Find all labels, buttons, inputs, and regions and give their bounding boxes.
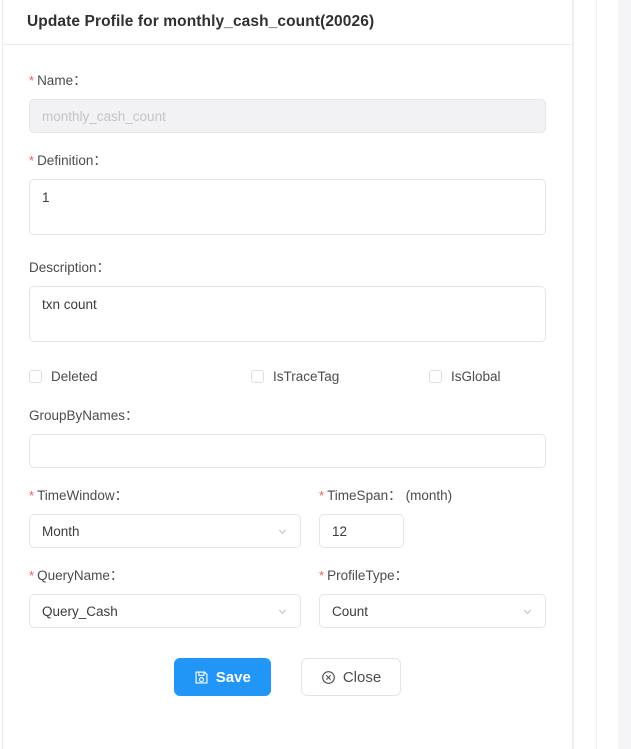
profiletype-label: * ProfileType： — [319, 566, 546, 586]
definition-textarea[interactable] — [29, 179, 546, 235]
checkbox-box-icon-isglobal[interactable] — [429, 370, 442, 383]
dialog-header: Update Profile for monthly_cash_count(20… — [3, 0, 572, 45]
checkbox-isglobal[interactable]: IsGlobal — [429, 369, 501, 384]
timespan-label: * TimeSpan： (month) — [319, 486, 546, 506]
background-right-strip — [618, 0, 631, 749]
update-profile-dialog: Update Profile for monthly_cash_count(20… — [2, 0, 573, 749]
dialog-body: *Name： *Definition： Description： Deleted… — [3, 45, 572, 696]
form-item-timewindow: * TimeWindow： Month — [29, 486, 301, 548]
checkbox-label-istracetag: IsTraceTag — [273, 369, 340, 384]
timewindow-select[interactable]: Month — [29, 514, 301, 548]
required-star-queryname: * — [29, 568, 35, 583]
name-input[interactable] — [29, 99, 546, 133]
timespan-label-text: TimeSpan — [327, 488, 389, 503]
groupbynames-label: GroupByNames： — [29, 406, 546, 426]
form-item-queryname: * QueryName： Query_Cash — [29, 566, 301, 628]
queryname-label: * QueryName： — [29, 566, 301, 586]
required-star-timewindow: * — [29, 488, 35, 503]
queryname-label-text: QueryName — [37, 568, 110, 583]
checkbox-box-icon-deleted[interactable] — [29, 370, 42, 383]
queryname-profiletype-row: * QueryName： Query_Cash * ProfileType： Cou… — [29, 566, 546, 628]
column-gap-2 — [301, 566, 319, 628]
checkbox-deleted[interactable]: Deleted — [29, 369, 251, 384]
background-column-divider-1 — [573, 0, 574, 749]
description-label: Description： — [29, 258, 546, 278]
form-item-timespan: * TimeSpan： (month) — [319, 486, 546, 548]
chevron-down-icon-timewindow — [277, 526, 288, 537]
close-button-label: Close — [342, 668, 382, 686]
required-star-name: * — [29, 73, 35, 88]
name-label-text: Name — [37, 73, 74, 88]
close-button[interactable]: Close — [300, 658, 402, 696]
column-gap-1 — [301, 486, 319, 548]
circle-x-icon — [321, 670, 336, 685]
groupbynames-input[interactable] — [29, 434, 546, 468]
definition-label: * Definition： — [29, 151, 546, 171]
profiletype-label-colon: ： — [394, 568, 409, 583]
timewindow-select-value: Month — [42, 523, 80, 539]
timewindow-label-colon: ： — [114, 488, 129, 503]
profiletype-select[interactable]: Count — [319, 594, 546, 628]
flags-checkbox-row: Deleted IsTraceTag IsGlobal — [29, 369, 546, 384]
timewindow-label: * TimeWindow： — [29, 486, 301, 506]
description-label-colon: ： — [96, 260, 111, 275]
save-floppy-icon — [194, 670, 209, 685]
save-button[interactable]: Save — [173, 658, 271, 696]
groupbynames-label-text: GroupByNames — [29, 408, 126, 423]
required-star-timespan: * — [319, 488, 325, 503]
form-item-description: Description： — [29, 258, 546, 347]
profiletype-label-text: ProfileType — [327, 568, 395, 583]
dialog-title: Update Profile for monthly_cash_count(20… — [27, 13, 375, 30]
chevron-down-icon-profiletype — [522, 606, 533, 617]
dialog-footer: Save Close — [29, 658, 546, 696]
form-item-groupbynames: GroupByNames： — [29, 406, 546, 468]
description-textarea[interactable] — [29, 286, 546, 342]
timewindow-timespan-row: * TimeWindow： Month * TimeSpan： (month) — [29, 486, 546, 548]
profiletype-select-value: Count — [332, 603, 369, 619]
checkbox-istracetag[interactable]: IsTraceTag — [251, 369, 429, 384]
timespan-input[interactable] — [319, 514, 404, 548]
background-column-divider-2 — [596, 0, 597, 749]
definition-label-colon: ： — [93, 153, 107, 168]
queryname-select[interactable]: Query_Cash — [29, 594, 301, 628]
groupbynames-label-colon: ： — [125, 408, 139, 423]
name-label: * Name： — [29, 71, 546, 91]
required-star-definition: * — [29, 153, 35, 168]
form-item-name: * Name： — [29, 71, 546, 133]
checkbox-label-deleted: Deleted — [51, 369, 98, 384]
timespan-label-colon: ： — [388, 488, 402, 503]
queryname-label-colon: ： — [109, 568, 124, 583]
description-label-text: Description — [29, 260, 97, 275]
chevron-down-icon-queryname — [277, 606, 288, 617]
required-star-profiletype: * — [319, 568, 325, 583]
checkbox-label-isglobal: IsGlobal — [451, 369, 501, 384]
timespan-label-suffix: (month) — [405, 488, 453, 503]
timewindow-label-text: TimeWindow — [37, 488, 115, 503]
form-item-definition: * Definition： — [29, 151, 546, 240]
form-item-profiletype: * ProfileType： Count — [319, 566, 546, 628]
name-label-colon: ： — [73, 73, 87, 88]
checkbox-box-icon-istracetag[interactable] — [251, 370, 264, 383]
queryname-select-value: Query_Cash — [42, 603, 118, 619]
save-button-label: Save — [215, 668, 251, 686]
definition-label-text: Definition — [37, 153, 94, 168]
